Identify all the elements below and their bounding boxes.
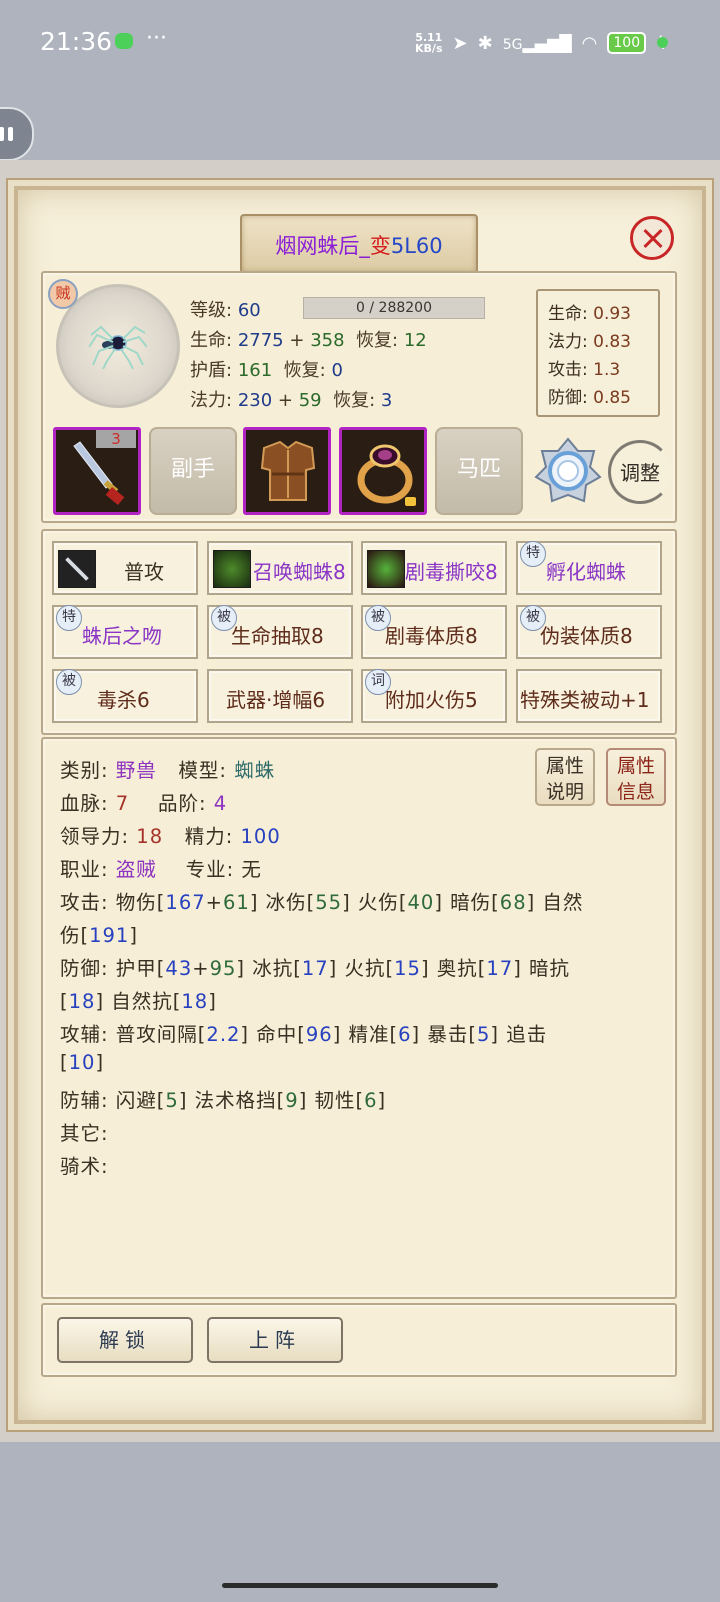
growth-mp: 法力: 0.83 — [548, 332, 631, 352]
wifi-icon: ◠ — [581, 32, 598, 54]
status-time: 21:36 — [40, 27, 113, 56]
skill-poison-kill[interactable]: 被 毒杀6 — [52, 669, 198, 723]
skill-weapon-boost[interactable]: 武器·增幅6 — [207, 669, 353, 723]
skill-venom-bite[interactable]: 剧毒撕咬8 — [361, 541, 507, 595]
status-icons: 5.11 KB/s ➤ ✱ 5G▂▄▆█ ◠ 100 ϟ — [415, 30, 668, 56]
ring-slot[interactable] — [339, 427, 427, 515]
emblem-icon[interactable] — [534, 437, 602, 505]
attack-row: 攻击: 物伤[167+61] 冰伤[55] 火伤[40] 暗伤[68] 自然 — [60, 891, 584, 914]
adjust-button[interactable]: 调整 — [608, 440, 672, 504]
bluetooth-icon: ✱ — [477, 32, 493, 54]
growth-hp: 生命: 0.93 — [548, 304, 631, 324]
close-button[interactable] — [630, 216, 674, 260]
skill-special-passive[interactable]: 特殊类被动+1 — [516, 669, 662, 723]
mp-row: 法力: 230 + 59 恢复: 3 — [190, 390, 393, 411]
lock-icon — [405, 497, 416, 506]
attribute-info-button[interactable]: 属性 信息 — [606, 748, 666, 806]
attack-aux-row: 攻辅: 普攻间隔[2.2] 命中[96] 精准[6] 暴击[5] 追击 — [60, 1023, 548, 1046]
hp-row: 生命: 2775 + 358 恢复: 12 — [190, 330, 427, 351]
growth-attack: 攻击: 1.3 — [548, 360, 621, 380]
pet-name: 烟网蛛后_变5L60 — [275, 234, 443, 258]
network-speed: 5.11 KB/s — [415, 31, 443, 55]
battery-icon: 100 — [607, 32, 647, 54]
other-row: 其它: — [60, 1122, 109, 1145]
title-tab: 烟网蛛后_变5L60 — [240, 214, 478, 274]
unlock-button[interactable]: 解锁 — [57, 1317, 193, 1363]
leadership-row: 领导力: 18 精力: 100 — [60, 825, 281, 848]
weapon-slot[interactable]: 3 — [53, 427, 141, 515]
sword-skill-icon — [58, 550, 96, 588]
skill-queen-kiss[interactable]: 特 蛛后之吻 — [52, 605, 198, 659]
status-bar: 21:36 ··· 5.11 KB/s ➤ ✱ 5G▂▄▆█ ◠ 100 ϟ — [0, 0, 720, 86]
more-notifications-icon: ··· — [146, 26, 167, 51]
armor-slot[interactable] — [243, 427, 331, 515]
attack-row-cont: 伤[191] — [60, 924, 138, 947]
deploy-button[interactable]: 上阵 — [207, 1317, 343, 1363]
attribute-explain-button[interactable]: 属性 说明 — [535, 748, 595, 806]
passive-tag-icon: 被 — [56, 669, 82, 695]
spider-icon — [89, 325, 147, 369]
defense-aux-row: 防辅: 闪避[5] 法术格挡[9] 韧性[6] — [60, 1089, 387, 1112]
signal-icon: 5G▂▄▆█ — [502, 33, 572, 53]
defense-row-cont: [18] 自然抗[18] — [60, 990, 217, 1013]
weapon-quantity-badge: 3 — [96, 430, 136, 448]
spider-skill-icon — [213, 550, 251, 588]
armor-icon — [260, 440, 316, 501]
category-row: 类别: 野兽 模型: 蜘蛛 — [60, 759, 276, 782]
special-tag-icon: 特 — [520, 541, 546, 567]
attack-aux-row-cont: [10] — [60, 1051, 105, 1074]
skill-summon-spider[interactable]: 召唤蜘蛛8 — [207, 541, 353, 595]
skill-toxic-body[interactable]: 被 剧毒体质8 — [361, 605, 507, 659]
riding-row: 骑术: — [60, 1155, 109, 1178]
skill-extra-fire-damage[interactable]: 词 附加火伤5 — [361, 669, 507, 723]
special-tag-icon: 特 — [56, 605, 82, 631]
location-icon: ➤ — [452, 32, 468, 54]
fang-skill-icon — [367, 550, 405, 588]
floating-assist-button[interactable] — [0, 107, 34, 161]
job-row: 职业: 盗贼 专业: 无 — [60, 858, 262, 881]
level-row: 等级: 60 — [190, 300, 261, 321]
class-badge: 贼 — [48, 279, 78, 309]
skill-hatch-spider[interactable]: 特 孵化蜘蛛 — [516, 541, 662, 595]
skill-camouflage-body[interactable]: 被 伪装体质8 — [516, 605, 662, 659]
wechat-notification-icon — [115, 33, 133, 49]
skill-normal-attack[interactable]: 普攻 — [52, 541, 198, 595]
mount-slot[interactable]: 马匹 — [435, 427, 523, 515]
growth-defense: 防御: 0.85 — [548, 388, 631, 408]
growth-rates-box: 生命: 0.93 法力: 0.83 攻击: 1.3 防御: 0.85 — [536, 289, 660, 417]
bloodline-row: 血脉: 7 品阶: 4 — [60, 792, 228, 815]
active-dot-icon — [657, 37, 668, 48]
skill-life-drain[interactable]: 被 生命抽取8 — [207, 605, 353, 659]
shield-row: 护盾: 161 恢复: 0 — [190, 360, 343, 381]
defense-row: 防御: 护甲[43+95] 冰抗[17] 火抗[15] 奥抗[17] 暗抗 — [60, 957, 571, 980]
sword-icon — [73, 441, 125, 505]
exp-bar: 0 / 288200 — [303, 297, 485, 319]
offhand-slot[interactable]: 副手 — [149, 427, 237, 515]
home-indicator[interactable] — [222, 1583, 498, 1588]
